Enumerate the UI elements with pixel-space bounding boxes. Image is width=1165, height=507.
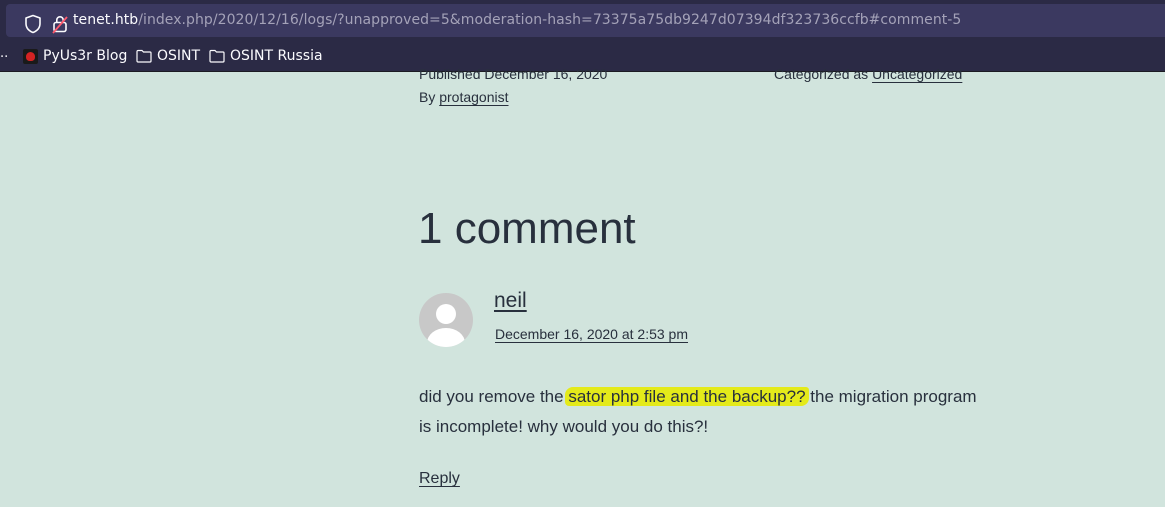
favicon-icon bbox=[23, 48, 38, 64]
post-category: Categorized as Uncategorized bbox=[774, 65, 962, 83]
bookmark-osint[interactable]: OSINT bbox=[136, 46, 200, 66]
comment-text-before: did you remove the bbox=[419, 387, 569, 406]
avatar-default-icon bbox=[419, 293, 473, 347]
folder-icon bbox=[136, 49, 152, 63]
shield-icon[interactable] bbox=[24, 14, 42, 34]
post-published-date: Published December 16, 2020 bbox=[419, 66, 608, 82]
post-author-link[interactable]: protagonist bbox=[439, 89, 508, 105]
bookmark-label: OSINT bbox=[157, 48, 201, 64]
category-prefix: Categorized as bbox=[774, 66, 873, 82]
lock-insecure-icon[interactable] bbox=[52, 14, 68, 34]
url-host: tenet.htb bbox=[73, 12, 139, 28]
folder-icon bbox=[209, 49, 225, 63]
avatar bbox=[419, 293, 473, 347]
comment-text-highlight: sator php file and the backup?? bbox=[565, 387, 809, 406]
bookmark-label: OSINT Russia bbox=[230, 48, 323, 64]
reply-link[interactable]: Reply bbox=[419, 468, 460, 490]
category-link[interactable]: Uncategorized bbox=[872, 66, 962, 82]
url-path: /index.php/2020/12/16/logs/?unapproved=5… bbox=[138, 12, 962, 28]
comments-title: 1 comment bbox=[418, 204, 636, 253]
post-byline: By protagonist bbox=[419, 88, 509, 106]
comment-text: did you remove the sator php file and th… bbox=[419, 382, 979, 442]
browser-toolbar: tenet.htb/index.php/2020/12/16/logs/?una… bbox=[0, 0, 1165, 42]
bookmarks-overflow[interactable]: .. bbox=[0, 45, 8, 63]
bookmark-pyus3r-blog[interactable]: PyUs3r Blog bbox=[23, 46, 127, 66]
comment-date-link[interactable]: December 16, 2020 at 2:53 pm bbox=[495, 324, 688, 344]
bookmark-label: PyUs3r Blog bbox=[43, 48, 128, 64]
comment-author-link[interactable]: neil bbox=[494, 287, 527, 315]
byline-prefix: By bbox=[419, 89, 440, 105]
url-text[interactable]: tenet.htb/index.php/2020/12/16/logs/?una… bbox=[73, 11, 961, 29]
bookmark-osint-russia[interactable]: OSINT Russia bbox=[209, 46, 323, 66]
